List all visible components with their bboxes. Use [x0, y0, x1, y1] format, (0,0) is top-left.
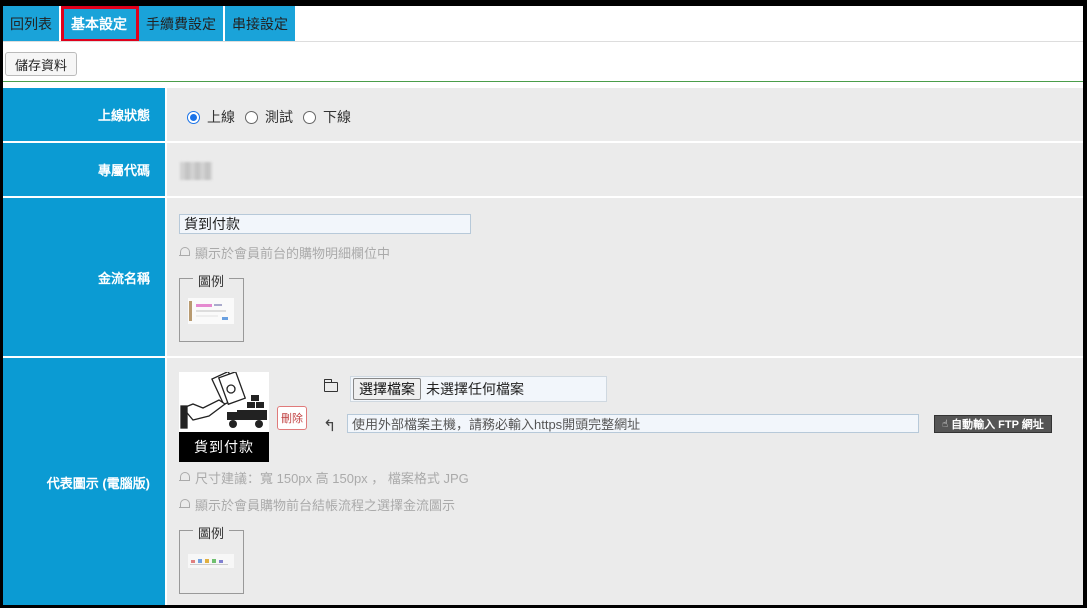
radio-offline[interactable]: [303, 110, 316, 124]
tab-integration-settings[interactable]: 串接設定: [225, 6, 297, 42]
content-payment-name: 顯示於會員前台的購物明細欄位中 圖例: [167, 198, 1083, 356]
auto-fill-ftp-label: 自動輸入 FTP 網址: [951, 419, 1044, 431]
status-radio-group: 上線 測試 下線: [187, 107, 361, 127]
tab-back-to-list[interactable]: 回列表: [3, 6, 61, 42]
image-display-hint: 顯示於會員購物前台結帳流程之選擇金流圖示: [179, 495, 455, 514]
label-payment-name: 金流名稱: [3, 198, 165, 356]
row-payment-name: 金流名稱 顯示於會員前台的購物明細欄位中 圖例: [3, 198, 1083, 358]
save-button[interactable]: 儲存資料: [5, 52, 78, 76]
label-dedicated-code: 專屬代碼: [3, 143, 165, 196]
hand-pointer-icon: ☝: [942, 418, 949, 430]
folder-open-icon: [324, 379, 338, 392]
example-thumbnail: [188, 298, 234, 324]
example-title: 圖例: [193, 271, 230, 290]
image-size-hint-text: 尺寸建議：寬 150px 高 150px ， 檔案格式 JPG: [195, 471, 469, 486]
toolbar: 儲存資料: [5, 52, 78, 76]
bell-icon: [179, 499, 190, 510]
example-title: 圖例: [193, 523, 230, 542]
content-dedicated-code: [167, 143, 1083, 196]
tab-basic-settings[interactable]: 基本設定: [61, 6, 139, 42]
payment-image-preview: 貨到付款: [179, 372, 269, 462]
payment-name-input[interactable]: [179, 214, 471, 234]
tab-bar: 回列表 基本設定 手續費設定 串接設定: [3, 6, 297, 42]
radio-online[interactable]: [187, 110, 200, 124]
file-status-text: 未選擇任何檔案: [426, 381, 524, 397]
content-representative-image: 貨到付款 刪除 選擇檔案 未選擇任何檔案 ↰ 使用外部檔案主機，請務必輸入htt…: [167, 358, 1083, 605]
delete-image-button[interactable]: 刪除: [277, 406, 307, 430]
image-display-hint-text: 顯示於會員購物前台結帳流程之選擇金流圖示: [195, 498, 456, 513]
row-representative-image: 代表圖示 (電腦版) 貨到付款 刪除 選擇檔案 未選擇任何檔案 ↰ 使用外部檔案…: [3, 358, 1083, 605]
cash-on-delivery-illustration: [179, 372, 269, 432]
delivery-truck-icon: [179, 372, 269, 432]
payment-name-hint-text: 顯示於會員前台的購物明細欄位中: [195, 246, 391, 261]
example-box-name: 圖例: [179, 271, 244, 342]
example-thumbnail-graphic: [188, 298, 234, 324]
tab-fee-settings[interactable]: 手續費設定: [139, 6, 225, 42]
radio-online-label: 上線: [207, 109, 235, 125]
image-size-hint: 尺寸建議：寬 150px 高 150px ， 檔案格式 JPG: [179, 468, 469, 487]
external-url-input[interactable]: 使用外部檔案主機，請務必輸入https開頭完整網址: [347, 414, 919, 433]
example-thumbnail-graphic: [188, 554, 234, 568]
reply-arrow-icon: ↰: [323, 418, 337, 435]
row-dedicated-code: 專屬代碼: [3, 143, 1083, 198]
example-box-image: 圖例: [179, 523, 244, 594]
page-frame: 回列表 基本設定 手續費設定 串接設定 儲存資料 上線狀態 上線 測試 下線 專…: [3, 6, 1083, 605]
row-online-status: 上線狀態 上線 測試 下線: [3, 88, 1083, 143]
radio-offline-label: 下線: [323, 109, 351, 125]
blurred-code-value: [180, 162, 212, 180]
auto-fill-ftp-button[interactable]: ☝ 自動輸入 FTP 網址: [934, 415, 1052, 433]
image-caption: 貨到付款: [179, 432, 269, 462]
choose-file-button[interactable]: 選擇檔案: [353, 378, 421, 400]
payment-name-hint: 顯示於會員前台的購物明細欄位中: [179, 243, 390, 262]
content-online-status: 上線 測試 下線: [167, 88, 1083, 141]
toolbar-divider: [3, 81, 1083, 82]
bell-icon: [179, 472, 190, 483]
label-online-status: 上線狀態: [3, 88, 165, 141]
radio-test[interactable]: [245, 110, 258, 124]
settings-form: 上線狀態 上線 測試 下線 專屬代碼 金流名稱 貨到付款 顯示於會員前台的購物明…: [3, 88, 1083, 605]
file-picker: 選擇檔案 未選擇任何檔案: [350, 376, 607, 402]
tab-divider: [3, 41, 1083, 42]
label-representative-image: 代表圖示 (電腦版): [3, 358, 165, 605]
radio-test-label: 測試: [265, 109, 293, 125]
example-thumbnail: [188, 554, 234, 568]
bell-icon: [179, 247, 190, 258]
